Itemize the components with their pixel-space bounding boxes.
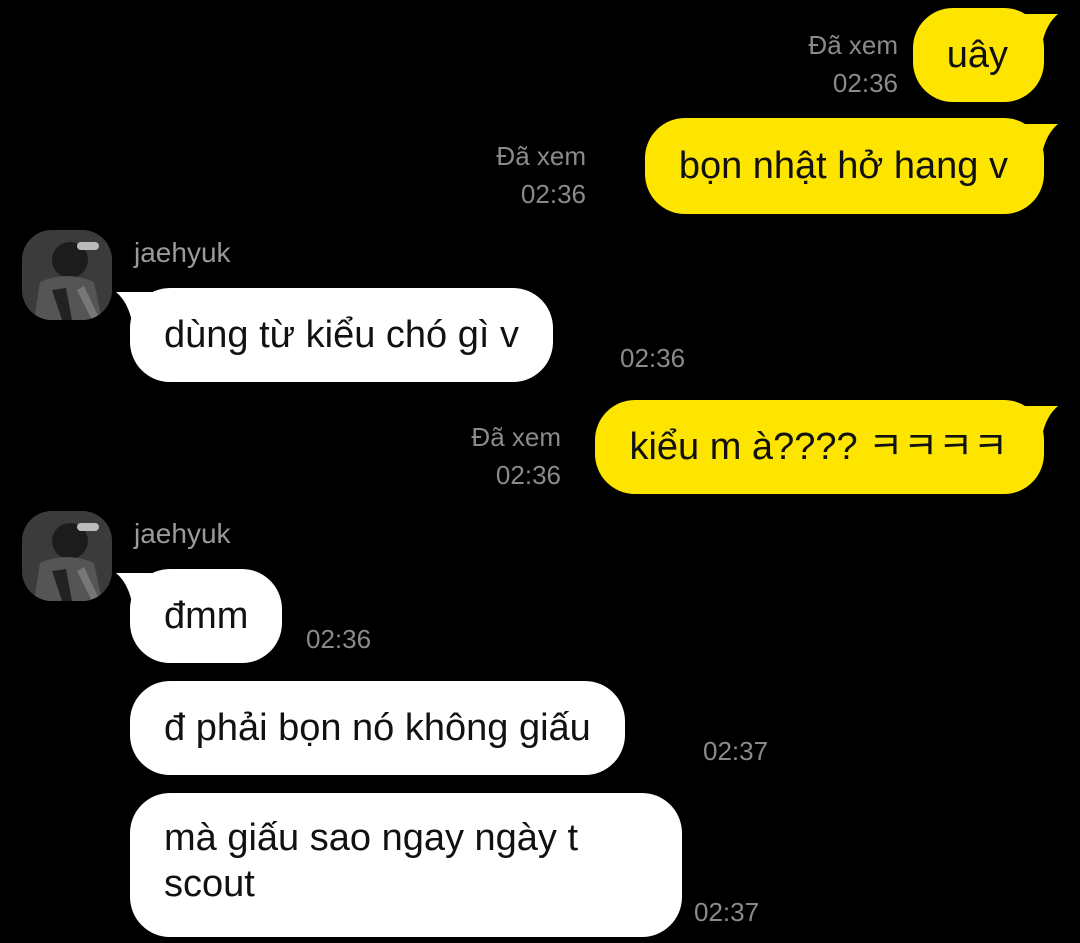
message-meta: Đã xem 02:36 (471, 418, 561, 494)
message-text-line: mà giấu sao ngay ngày t (164, 817, 579, 859)
message-time: 02:37 (694, 897, 760, 927)
bubble-tail-icon (1022, 406, 1058, 436)
read-receipt: Đã xem (808, 30, 898, 60)
message-text-line: scout (164, 863, 255, 905)
my-message-bubble[interactable]: uây (912, 8, 1058, 102)
message-time: 02:36 (832, 68, 898, 98)
their-message-bubble[interactable]: đ phải bọn nó không giấu (130, 681, 625, 775)
message-text: đ phải bọn nó không giấu (164, 707, 591, 749)
message-time: 02:36 (520, 179, 586, 209)
message-meta: Đã xem 02:36 (808, 26, 898, 102)
my-message-bubble[interactable]: kiểu m à???? ㅋㅋㅋㅋ (595, 400, 1058, 494)
my-message-bubble[interactable]: bọn nhật hở hang v (644, 118, 1058, 214)
message-text: uây (946, 34, 1008, 76)
avatar[interactable] (22, 230, 112, 320)
their-message-bubble[interactable]: dùng từ kiểu chó gì v (116, 288, 553, 382)
sender-name: jaehyuk (134, 518, 231, 549)
bubble-tail-icon (116, 292, 152, 322)
profile-photo-icon (22, 230, 112, 320)
message-text: đmm (164, 595, 249, 637)
message-text: bọn nhật hở hang v (678, 145, 1008, 187)
avatar[interactable] (22, 511, 112, 601)
sender-name: jaehyuk (134, 237, 231, 268)
bubble-tail-icon (1022, 124, 1058, 154)
message-text: kiểu m à???? ㅋㅋㅋㅋ (629, 426, 1008, 468)
their-message-bubble[interactable]: mà giấu sao ngay ngày t scout (130, 793, 682, 937)
profile-photo-icon (22, 511, 112, 601)
bubble-tail-icon (1022, 14, 1058, 44)
message-text: dùng từ kiểu chó gì v (164, 314, 519, 356)
message-time: 02:36 (306, 624, 372, 654)
chat-area[interactable]: Đã xem 02:36 uây Đã xem 02:36 bọn nhật h… (0, 0, 1080, 943)
their-message-bubble[interactable]: đmm (116, 569, 283, 663)
message-time: 02:36 (620, 343, 686, 373)
read-receipt: Đã xem (496, 141, 586, 171)
read-receipt: Đã xem (471, 422, 561, 452)
message-time: 02:36 (495, 460, 561, 490)
message-meta: Đã xem 02:36 (496, 137, 586, 213)
message-time: 02:37 (703, 736, 769, 766)
bubble-tail-icon (116, 573, 152, 603)
